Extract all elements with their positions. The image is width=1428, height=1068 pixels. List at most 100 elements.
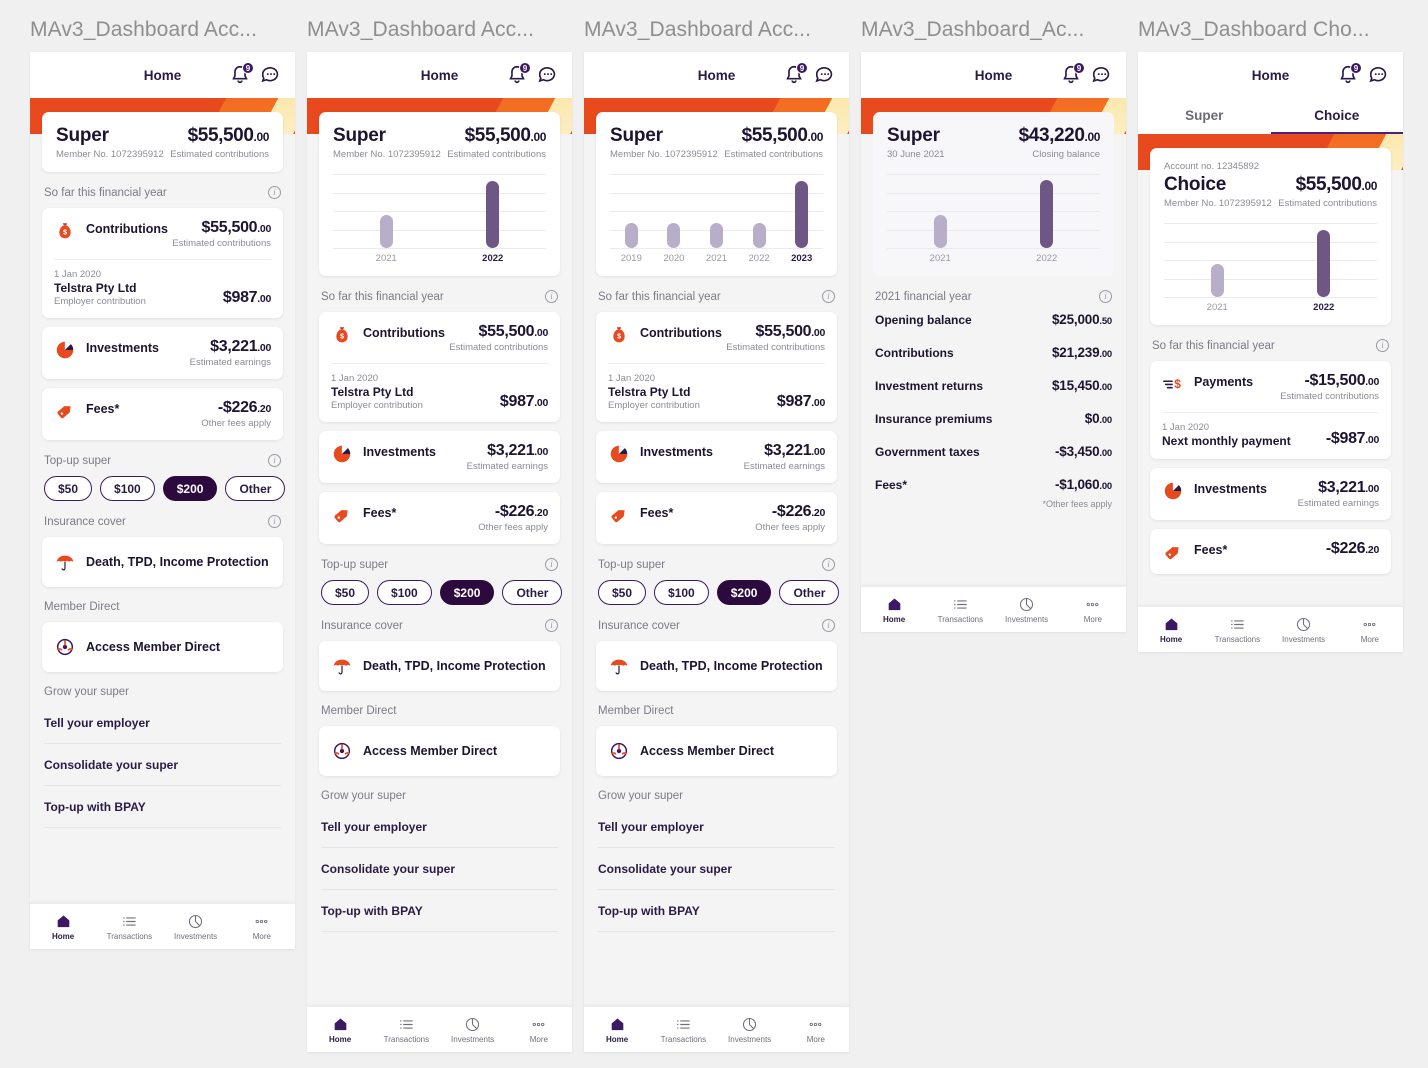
chat-icon[interactable] [537, 64, 559, 86]
link-bpay[interactable]: Top-up with BPAY [598, 890, 835, 932]
section-label: Top-up super [598, 558, 666, 571]
account-hero-card[interactable]: Super $43,220.00 30 June 2021 Closing ba… [873, 112, 1114, 276]
account-amount: $55,500.00 [464, 125, 547, 146]
chart-bars [887, 174, 1100, 248]
contributions-card[interactable]: $ Contributions $55,500.00 Estimated con… [319, 312, 560, 422]
nav-item-more[interactable]: More [783, 1007, 849, 1052]
payments-card[interactable]: $ Payments -$15,500.00 Estimated contrib… [1150, 361, 1391, 459]
nav-item-transactions[interactable]: Transactions [927, 587, 993, 632]
link-consolidate[interactable]: Consolidate your super [44, 744, 281, 786]
account-hero-card[interactable]: Super $55,500.00 Member No. 1072395912 E… [596, 112, 837, 276]
nav-item-investments[interactable]: Investments [717, 1007, 783, 1052]
info-icon[interactable]: i [822, 290, 835, 303]
nav-item-transactions[interactable]: Transactions [1204, 607, 1270, 652]
tab-super[interactable]: Super [1138, 98, 1271, 134]
bell-icon[interactable]: 9 [1337, 62, 1362, 86]
info-icon[interactable]: i [822, 558, 835, 571]
contributions-card[interactable]: $ Contributions $55,500.00 Estimated con… [42, 208, 283, 318]
account-hero-card[interactable]: Super $55,500.00 Member No. 1072395912 E… [42, 112, 283, 172]
contributions-bar-chart [333, 174, 546, 249]
info-icon[interactable]: i [822, 619, 835, 632]
nav-item-home[interactable]: Home [1138, 607, 1204, 652]
info-icon[interactable]: i [268, 454, 281, 467]
topup-pill-200[interactable]: $200 [439, 580, 495, 605]
insurance-card[interactable]: Death, TPD, Income Protection [319, 641, 560, 691]
account-hero-card[interactable]: Super $55,500.00 Member No. 1072395912 E… [319, 112, 560, 276]
nav-item-transactions[interactable]: Transactions [650, 1007, 716, 1052]
investments-card[interactable]: Investments $3,221.00 Estimated earnings [319, 431, 560, 483]
info-icon[interactable]: i [268, 186, 281, 199]
fees-card[interactable]: Fees* -$226.20 Other fees apply [596, 492, 837, 544]
nav-item-more[interactable]: More [506, 1007, 572, 1052]
info-icon[interactable]: i [1376, 339, 1389, 352]
topup-pill-200[interactable]: $200 [162, 476, 218, 501]
steering-wheel-icon [331, 740, 353, 762]
nav-item-home[interactable]: Home [861, 587, 927, 632]
chat-icon[interactable] [1091, 64, 1113, 86]
bell-icon[interactable]: 9 [506, 62, 531, 86]
member-direct-card[interactable]: Access Member Direct [42, 622, 283, 672]
contributions-card[interactable]: $ Contributions $55,500.00 Estimated con… [596, 312, 837, 422]
transaction-date: 1 Jan 2020 [331, 373, 379, 384]
topup-pill-50[interactable]: $50 [598, 580, 647, 605]
link-bpay[interactable]: Top-up with BPAY [44, 786, 281, 828]
topup-pill-50[interactable]: $50 [44, 476, 93, 501]
topup-pill-100[interactable]: $100 [377, 580, 432, 605]
investments-card[interactable]: Investments $3,221.00 Estimated earnings [1150, 468, 1391, 520]
nav-item-investments[interactable]: Investments [994, 587, 1060, 632]
nav-item-investments[interactable]: Investments [1271, 607, 1337, 652]
bell-icon[interactable]: 9 [783, 62, 808, 86]
member-direct-card[interactable]: Access Member Direct [319, 726, 560, 776]
topup-pill-200[interactable]: $200 [716, 580, 772, 605]
topup-pill-other[interactable]: Other [779, 580, 840, 605]
member-direct-card[interactable]: Access Member Direct [596, 726, 837, 776]
topup-pill-100[interactable]: $100 [654, 580, 709, 605]
contributions-bar-chart [1164, 223, 1377, 298]
topup-pills: $50 $100 $200 Other [319, 580, 563, 605]
contributions-amount: $55,500.00 [201, 219, 272, 236]
nav-item-transactions[interactable]: Transactions [373, 1007, 439, 1052]
nav-item-transactions[interactable]: Transactions [96, 904, 162, 949]
nav-item-home[interactable]: Home [307, 1007, 373, 1052]
link-bpay[interactable]: Top-up with BPAY [321, 890, 558, 932]
info-icon[interactable]: i [268, 515, 281, 528]
link-consolidate[interactable]: Consolidate your super [321, 848, 558, 890]
info-icon[interactable]: i [545, 290, 558, 303]
insurance-card[interactable]: Death, TPD, Income Protection [42, 537, 283, 587]
frame-title: MAv3_Dashboard Acc... [30, 18, 257, 41]
nav-item-investments[interactable]: Investments [163, 904, 229, 949]
chat-icon[interactable] [1368, 64, 1390, 86]
nav-item-home[interactable]: Home [30, 904, 96, 949]
topup-pill-other[interactable]: Other [502, 580, 563, 605]
link-tell-employer[interactable]: Tell your employer [44, 702, 281, 744]
transaction-desc: Employer contribution [331, 400, 423, 411]
account-hero-card[interactable]: Account no. 12345892 Choice $55,500.00 M… [1150, 148, 1391, 325]
fees-card[interactable]: Fees* -$226.20 Other fees apply [42, 388, 283, 440]
insurance-card[interactable]: Death, TPD, Income Protection [596, 641, 837, 691]
nav-item-more[interactable]: More [229, 904, 295, 949]
topup-pill-50[interactable]: $50 [321, 580, 370, 605]
fees-card[interactable]: Fees* -$226.20 [1150, 529, 1391, 574]
chart-x-axis: 2019 2020 2021 2022 2023 [610, 253, 823, 264]
nav-item-investments[interactable]: Investments [440, 1007, 506, 1052]
bell-icon[interactable]: 9 [1060, 62, 1085, 86]
nav-item-more[interactable]: More [1337, 607, 1403, 652]
chat-icon[interactable] [260, 64, 282, 86]
investments-card[interactable]: Investments $3,221.00 Estimated earnings [42, 327, 283, 379]
link-consolidate[interactable]: Consolidate your super [598, 848, 835, 890]
topup-pill-other[interactable]: Other [225, 476, 286, 501]
link-tell-employer[interactable]: Tell your employer [598, 806, 835, 848]
info-icon[interactable]: i [1099, 290, 1112, 303]
chat-icon[interactable] [814, 64, 836, 86]
topup-pill-100[interactable]: $100 [100, 476, 155, 501]
top-bar-icons: 9 [783, 62, 836, 86]
fees-card[interactable]: Fees* -$226.20 Other fees apply [319, 492, 560, 544]
info-icon[interactable]: i [545, 619, 558, 632]
investments-card[interactable]: Investments $3,221.00 Estimated earnings [596, 431, 837, 483]
info-icon[interactable]: i [545, 558, 558, 571]
nav-item-home[interactable]: Home [584, 1007, 650, 1052]
tab-choice[interactable]: Choice [1270, 98, 1403, 134]
bell-icon[interactable]: 9 [229, 62, 254, 86]
link-tell-employer[interactable]: Tell your employer [321, 806, 558, 848]
nav-item-more[interactable]: More [1060, 587, 1126, 632]
